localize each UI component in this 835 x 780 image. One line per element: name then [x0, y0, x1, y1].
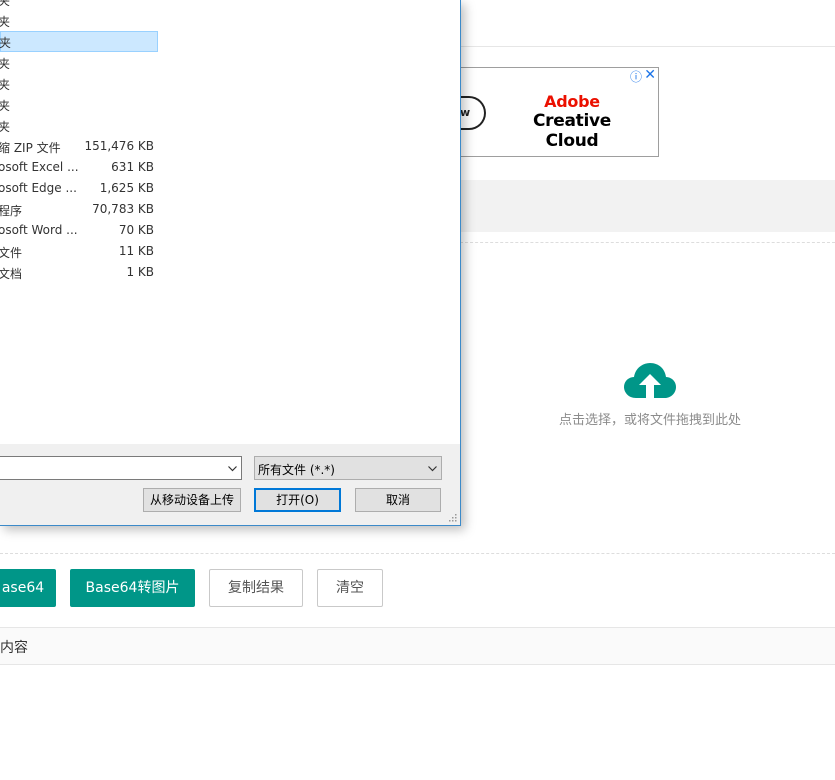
filename-input[interactable] [0, 456, 242, 480]
file-open-dialog: 夹 夹 夹 夹 夹 夹 夹 缩 ZIP 文件 151,476 KB [0, 0, 461, 526]
ad-pill[interactable]: w [458, 96, 486, 130]
copy-result-button[interactable]: 复制结果 [209, 569, 303, 607]
file-type: 夹 [0, 97, 84, 114]
file-row[interactable]: 夹 [0, 115, 158, 136]
upload-from-device-button[interactable]: 从移动设备上传 [143, 488, 241, 512]
file-row[interactable]: 缩 ZIP 文件 151,476 KB [0, 136, 158, 157]
close-icon[interactable]: ✕ [644, 67, 656, 83]
file-row[interactable]: 夹 [0, 52, 158, 73]
toolbar-band [460, 180, 835, 232]
file-row[interactable]: 程序 70,783 KB [0, 199, 158, 220]
file-row[interactable]: 夹 [0, 94, 158, 115]
file-type: osoft Edge ... [0, 181, 77, 195]
upload-hint[interactable]: 点击选择，或将文件拖拽到此处 [500, 409, 800, 428]
file-type: 程序 [0, 204, 23, 218]
chevron-down-icon[interactable] [228, 464, 237, 473]
resize-grip-icon[interactable] [448, 513, 457, 522]
file-type: 缩 ZIP 文件 [0, 141, 61, 155]
file-type: 文档 [0, 267, 23, 281]
file-type: 夹 [0, 55, 84, 72]
ad-brand-name: Adobe [544, 92, 600, 111]
ad-banner[interactable]: w Adobe Creative Cloud ⓘ ✕ [458, 67, 659, 157]
file-type: 夹 [0, 13, 84, 30]
file-size: 151,476 KB [84, 139, 154, 153]
file-row[interactable]: osoft Excel ... 631 KB [0, 157, 158, 178]
file-row[interactable]: 文件 11 KB [0, 241, 158, 262]
file-row[interactable]: 夹 [0, 10, 158, 31]
open-button[interactable]: 打开(O) [254, 488, 341, 512]
file-type: 夹 [0, 76, 84, 93]
cloud-upload-icon[interactable] [624, 362, 676, 400]
file-list[interactable]: 夹 夹 夹 夹 夹 夹 夹 缩 ZIP 文件 151,476 KB [0, 0, 460, 444]
ad-brand: Adobe Creative Cloud [507, 92, 637, 152]
result-section-title: 内容 [0, 640, 28, 656]
file-type: osoft Word ... [0, 223, 78, 237]
chevron-down-icon[interactable] [428, 464, 437, 473]
file-row[interactable]: 夹 [0, 73, 158, 94]
to-base64-button[interactable]: ase64 [0, 569, 56, 607]
file-size: 631 KB [111, 160, 154, 174]
result-section-header: 内容 [0, 627, 835, 665]
dropzone-bottom-border [0, 553, 835, 554]
file-size: 1 KB [126, 265, 154, 279]
file-row-selected[interactable]: 夹 [0, 31, 158, 52]
info-icon[interactable]: ⓘ [630, 68, 642, 85]
base64-to-image-button[interactable]: Base64转图片 [70, 569, 195, 607]
file-type: 夹 [0, 0, 84, 9]
file-type-filter[interactable]: 所有文件 (*.*) [254, 456, 442, 480]
page-divider [460, 46, 835, 47]
file-row[interactable]: osoft Word ... 70 KB [0, 220, 158, 241]
file-row[interactable]: 文档 1 KB [0, 262, 158, 283]
cancel-button[interactable]: 取消 [355, 488, 441, 512]
file-size: 70 KB [118, 223, 154, 237]
ad-product-name: Creative Cloud [532, 111, 612, 151]
dropzone-top-border [460, 242, 835, 243]
file-row[interactable]: osoft Edge ... 1,625 KB [0, 178, 158, 199]
file-type: 文件 [0, 246, 23, 260]
file-type: 夹 [0, 36, 12, 50]
file-size: 11 KB [118, 244, 154, 258]
file-type: 夹 [0, 118, 84, 135]
file-size: 1,625 KB [99, 181, 154, 195]
file-size: 70,783 KB [92, 202, 154, 216]
clear-button[interactable]: 清空 [317, 569, 383, 607]
file-type-filter-value: 所有文件 (*.*) [258, 463, 335, 477]
file-type: osoft Excel ... [0, 160, 79, 174]
file-row[interactable]: 夹 [0, 0, 158, 10]
